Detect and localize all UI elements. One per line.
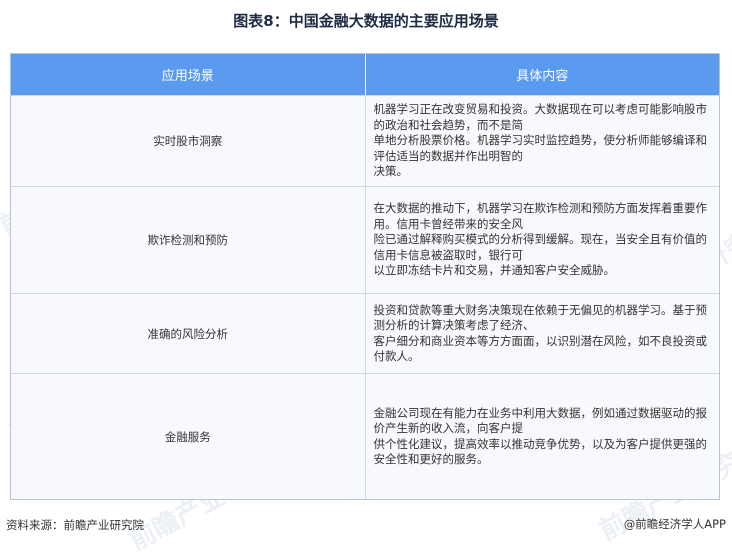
scenario-table: 应用场景 具体内容 实时股市洞察 机器学习正在改变贸易和投资。大数据现在可以考虑…	[10, 53, 720, 500]
table-header-row: 应用场景 具体内容	[11, 54, 719, 96]
scene-cell: 准确的风险分析	[11, 293, 366, 374]
header-scene: 应用场景	[11, 54, 366, 96]
scene-cell: 金融服务	[11, 373, 366, 499]
figure-title: 图表8：中国金融大数据的主要应用场景	[233, 12, 499, 30]
table-row: 准确的风险分析 投资和贷款等重大财务决策现在依赖于无偏见的机器学习。基于预测分析…	[11, 293, 719, 374]
content-cell: 在大数据的推动下，机器学习在欺诈检测和预防方面发挥着重要作用。信用卡曾经带来的安…	[365, 186, 719, 294]
brand-credit-text: @前瞻经济学人APP	[623, 517, 726, 531]
content-line: 客户细分和商业资本等方方面面，以识别潜在风险，如不良投资或付款人。	[373, 333, 708, 364]
content-cell: 投资和贷款等重大财务决策现在依赖于无偏见的机器学习。基于预测分析的计算决策考虑了…	[365, 293, 719, 374]
content-line: 在大数据的推动下，机器学习在欺诈检测和预防方面发挥着重要作用。信用卡曾经带来的安…	[373, 201, 708, 231]
table-row: 金融服务 金融公司现在有能力在业务中利用大数据，例如通过数据驱动的报价产生新的收…	[11, 373, 719, 499]
table-row: 欺诈检测和预防 在大数据的推动下，机器学习在欺诈检测和预防方面发挥着重要作用。信…	[11, 186, 719, 294]
content-line: 金融公司现在有能力在业务中利用大数据，例如通过数据驱动的报价产生新的收入流，向客…	[373, 405, 708, 436]
scene-cell: 实时股市洞察	[11, 95, 366, 187]
content-line: 供个性化建议，提高效率以推动竞争优势，以及为客户提供更强的安全性和更好的服务。	[373, 436, 708, 467]
content-line: 机器学习正在改变贸易和投资。大数据现在可以考虑可能影响股市的政治和社会趋势，而不…	[373, 102, 708, 132]
content-line: 投资和贷款等重大财务决策现在依赖于无偏见的机器学习。基于预测分析的计算决策考虑了…	[373, 302, 708, 333]
content-line: 以立即冻结卡片和交易，并通知客户安全威胁。	[373, 263, 616, 278]
content-line: 险已通过解释购买模式的分析得到缓解。现在，当安全且有价值的信用卡信息被盗取时，银…	[373, 232, 708, 262]
content-line: 决策。	[373, 164, 409, 179]
table-row: 实时股市洞察 机器学习正在改变贸易和投资。大数据现在可以考虑可能影响股市的政治和…	[11, 95, 719, 187]
content-cell: 机器学习正在改变贸易和投资。大数据现在可以考虑可能影响股市的政治和社会趋势，而不…	[365, 95, 719, 187]
content-line: 单地分析股票价格。机器学习实时监控趋势，使分析师能够编译和评估适当的数据并作出明…	[373, 133, 708, 163]
source-note: 资料来源：前瞻产业研究院	[6, 518, 144, 532]
content-cell: 金融公司现在有能力在业务中利用大数据，例如通过数据驱动的报价产生新的收入流，向客…	[365, 373, 719, 499]
scene-cell: 欺诈检测和预防	[11, 186, 366, 294]
header-content: 具体内容	[365, 54, 719, 96]
brand-credit: @前瞻经济学人APP	[624, 516, 726, 532]
